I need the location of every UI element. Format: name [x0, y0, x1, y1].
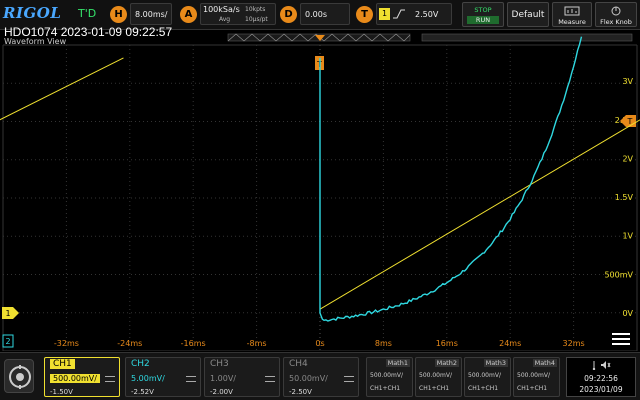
math-name: Math3: [483, 359, 508, 367]
voltage-tick-label: 2V: [622, 154, 633, 163]
delay-value: 0.00s: [305, 10, 327, 19]
math-source: CH1+CH1: [419, 385, 450, 392]
clock-date: 2023/01/09: [579, 385, 623, 394]
time-axis-labels: -32ms -24ms -16ms -8ms 0s 8ms 16ms 24ms 32ms: [54, 339, 585, 348]
mode-indicator: T'D: [78, 7, 97, 20]
default-label: Default: [511, 10, 545, 20]
menu-icon[interactable]: [606, 329, 636, 349]
knob-icon: [611, 6, 621, 16]
brand-logo: RIGOL: [3, 4, 62, 22]
usb-speaker-icon: [592, 361, 611, 371]
measure-button[interactable]: Measure: [552, 2, 592, 27]
voltage-tick-label: 1V: [622, 232, 633, 241]
channel-scale: 500.00mV/: [50, 374, 100, 383]
channel-name: CH1: [50, 359, 75, 369]
math-2-box[interactable]: Math2 500.00mV/CH1+CH1: [415, 357, 462, 397]
horizontal-badge[interactable]: H: [110, 6, 127, 23]
system-clock: 09:22:56 2023/01/09: [566, 357, 636, 397]
delay-badge[interactable]: D: [280, 6, 297, 23]
math-name: Math1: [385, 359, 410, 367]
math-scale: 500.00mV/: [419, 372, 452, 379]
memory-depth: 10kpts: [245, 6, 266, 13]
horizontal-scale-value: 8.00ms/: [135, 10, 168, 19]
flex-knob-label: Flex Knob: [600, 18, 632, 26]
math-scale: 500.00mV/: [517, 372, 550, 379]
stop-label: STOP: [474, 6, 492, 14]
channel-name: CH4: [289, 359, 308, 369]
math-3-box[interactable]: Math3 500.00mV/CH1+CH1: [464, 357, 511, 397]
voltage-tick-label: 3V: [622, 77, 633, 86]
time-tick-label: -32ms: [54, 339, 79, 348]
measure-label: Measure: [558, 18, 586, 26]
home-button[interactable]: [4, 359, 34, 393]
trigger-level: 2.50V: [415, 10, 439, 19]
rising-edge-icon: [393, 9, 405, 19]
trigger-source: 1: [379, 8, 390, 20]
time-tick-label: 0s: [315, 339, 324, 348]
measure-icon: [564, 6, 580, 16]
memory-bar-remainder: [421, 33, 633, 42]
math-source: CH1+CH1: [370, 385, 401, 392]
sample-rate: 100kSa/s: [203, 5, 240, 14]
time-tick-label: -24ms: [117, 339, 142, 348]
acquire-box[interactable]: 100kSa/s 10kpts Avg 10μs/pt: [200, 3, 276, 25]
channel-3-box[interactable]: CH3 1.00V/ -2.00V: [204, 357, 280, 397]
clock-time: 09:22:56: [584, 374, 618, 383]
coupling-icon: [344, 376, 354, 382]
ch1-offset-marker-label: 1: [5, 309, 10, 318]
math-scale: 500.00mV/: [468, 372, 501, 379]
channel-2-box[interactable]: CH2 5.00mV/ -2.52V: [125, 357, 201, 397]
coupling-icon: [105, 376, 115, 382]
rigol-home-icon: [9, 365, 31, 389]
channel-name: CH2: [131, 359, 150, 369]
trigger-badge[interactable]: T: [356, 6, 373, 23]
time-per-point: 10μs/pt: [245, 16, 268, 23]
flex-knob-button[interactable]: Flex Knob: [595, 2, 637, 27]
voltage-tick-label: 500mV: [604, 270, 633, 279]
channel-scale: 50.00mV/: [289, 374, 328, 383]
acquire-badge[interactable]: A: [180, 6, 197, 23]
time-tick-label: 8ms: [375, 339, 392, 348]
run-stop-button[interactable]: STOP RUN: [462, 2, 504, 27]
coupling-icon: [186, 376, 196, 382]
channel-scale: 1.00V/: [210, 374, 236, 383]
math-source: CH1+CH1: [517, 385, 548, 392]
voltage-tick-label: 0V: [622, 309, 633, 318]
time-tick-label: 16ms: [436, 339, 458, 348]
math-4-box[interactable]: Math4 500.00mV/CH1+CH1: [513, 357, 560, 397]
math-name: Math2: [434, 359, 459, 367]
channel-offset: -2.52V: [131, 388, 154, 396]
math-scale: 500.00mV/: [370, 372, 403, 379]
time-tick-label: 32ms: [563, 339, 585, 348]
trigger-time-marker-label: T: [316, 60, 322, 69]
bottom-toolbar: 09:22:56 2023/01/09 CH1 500.00mV/-1.50V CH…: [0, 352, 640, 400]
trigger-box[interactable]: 1 2.50V: [376, 3, 452, 25]
channel-offset: -2.50V: [289, 388, 312, 396]
channel-offset: -2.00V: [210, 388, 233, 396]
default-button[interactable]: Default: [507, 2, 549, 27]
math-name: Math4: [532, 359, 557, 367]
math-source: CH1+CH1: [468, 385, 499, 392]
acquire-mode: Avg: [219, 16, 231, 23]
waveform-view[interactable]: 3V2.5V2V1.5V1V500mV0V -32ms-24ms-16ms-8m…: [0, 33, 640, 351]
voltage-tick-label: 1.5V: [615, 193, 634, 202]
ch2-offset-marker-label: 2: [5, 337, 10, 346]
channel-offset: -1.50V: [50, 388, 73, 396]
delay-box[interactable]: 0.00s: [300, 3, 350, 25]
voltage-axis-labels: 3V2.5V2V1.5V1V500mV0V: [604, 77, 633, 318]
channel-name: CH3: [210, 359, 229, 369]
ch2-waveform: [319, 36, 583, 322]
horizontal-scale-box[interactable]: 8.00ms/: [130, 3, 172, 25]
time-tick-label: 24ms: [499, 339, 521, 348]
time-tick-label: -8ms: [247, 339, 267, 348]
time-tick-label: -16ms: [181, 339, 206, 348]
coupling-icon: [265, 376, 275, 382]
channel-4-box[interactable]: CH4 50.00mV/ -2.50V: [283, 357, 359, 397]
channel-1-box[interactable]: CH1 500.00mV/ -1.50V: [44, 357, 120, 397]
math-1-box[interactable]: Math1 500.00mV/CH1+CH1: [366, 357, 413, 397]
run-label: RUN: [467, 16, 499, 24]
channel-scale: 5.00mV/: [131, 374, 165, 383]
